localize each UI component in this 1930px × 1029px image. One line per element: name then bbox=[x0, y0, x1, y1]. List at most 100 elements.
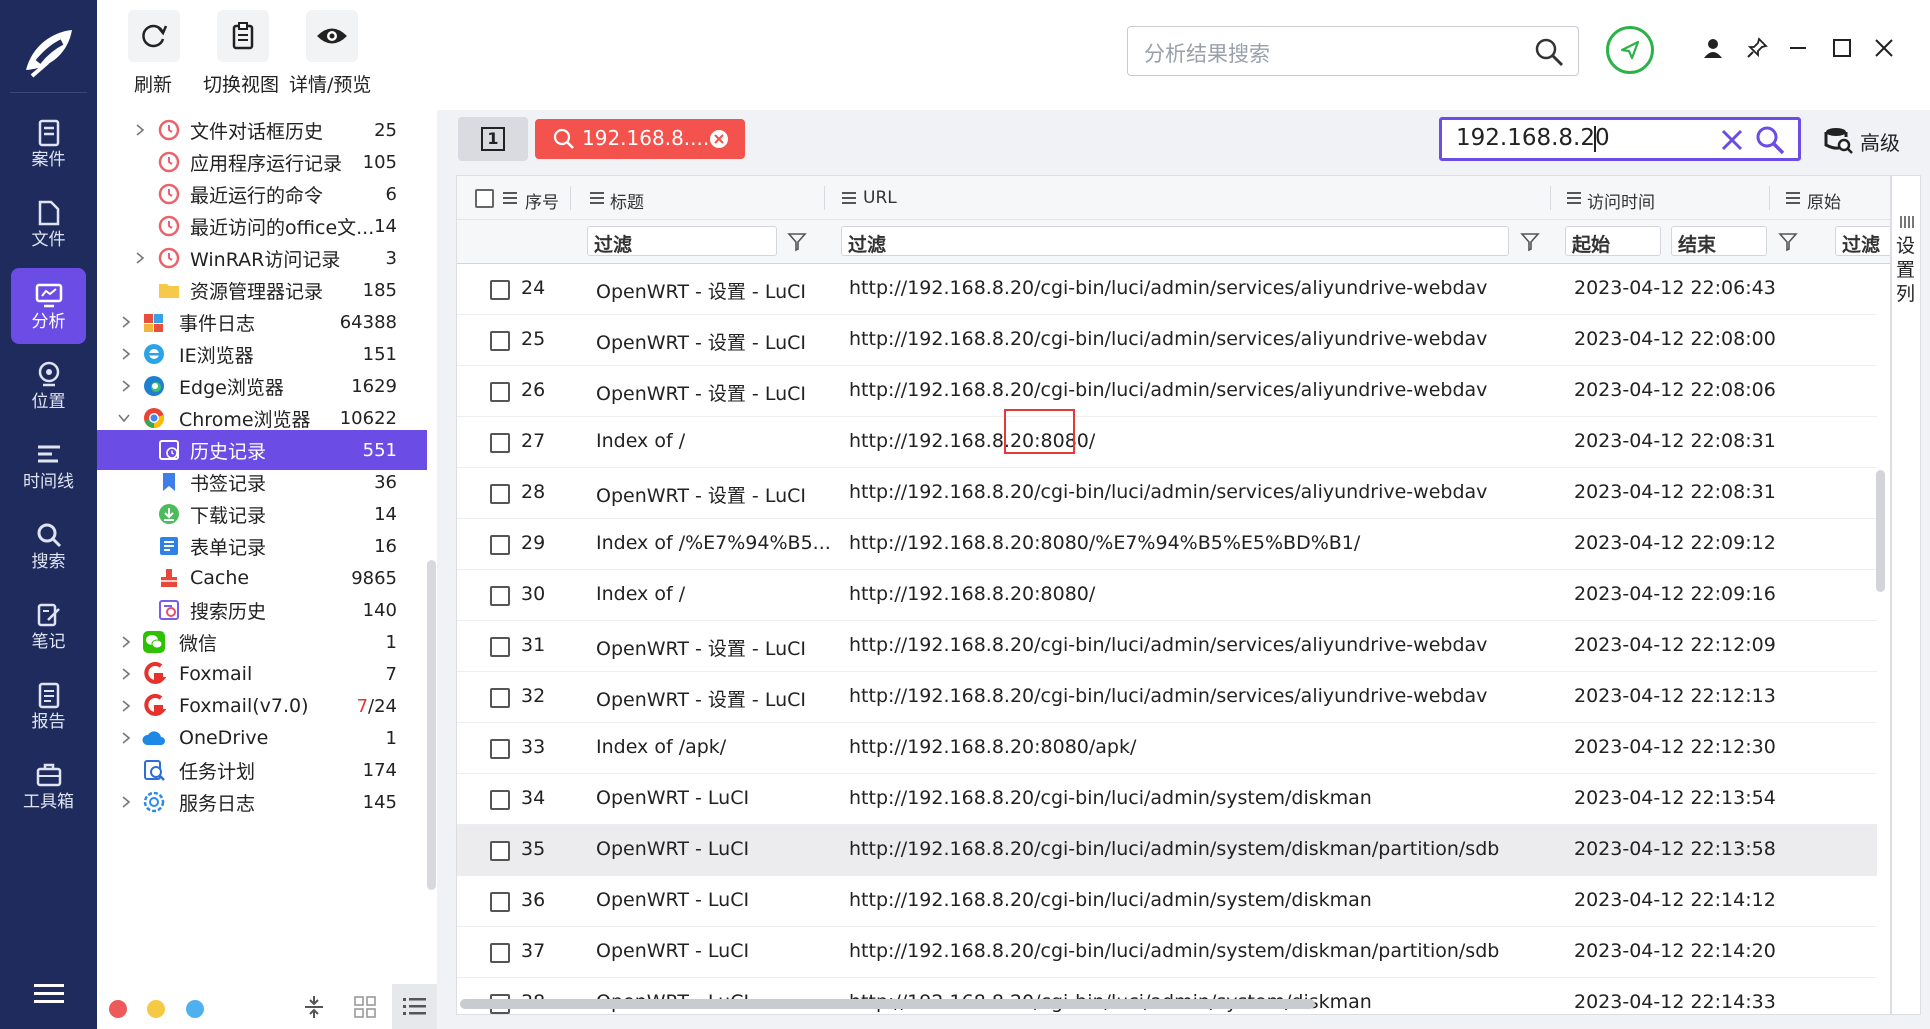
column-divider[interactable] bbox=[1769, 186, 1770, 210]
chevron-right-icon[interactable] bbox=[119, 379, 133, 393]
refresh-button[interactable] bbox=[128, 10, 180, 62]
column-seq[interactable]: 序号 bbox=[525, 188, 559, 213]
nav-item-analysis[interactable]: 分析 bbox=[11, 268, 86, 344]
table-row[interactable]: 31 OpenWRT - 设置 - LuCI http://192.168.8.20… bbox=[457, 621, 1877, 672]
column-menu-icon[interactable] bbox=[842, 192, 856, 204]
row-checkbox[interactable] bbox=[490, 790, 510, 810]
column-menu-icon[interactable] bbox=[1786, 192, 1800, 204]
yellow-dot[interactable] bbox=[147, 1000, 165, 1018]
row-checkbox[interactable] bbox=[490, 331, 510, 351]
chevron-right-icon[interactable] bbox=[133, 123, 147, 137]
chevron-right-icon[interactable] bbox=[119, 347, 133, 361]
red-dot[interactable] bbox=[109, 1000, 127, 1018]
tree-item-service-log[interactable]: 服务日志 145 bbox=[97, 782, 427, 822]
filter-tag[interactable]: 192.168.8.... bbox=[535, 119, 745, 159]
filter-funnel-icon[interactable] bbox=[1778, 232, 1798, 252]
table-row[interactable]: 37 OpenWRT - LuCI http://192.168.8.20/cgi-… bbox=[457, 927, 1877, 978]
row-checkbox[interactable] bbox=[490, 892, 510, 912]
table-row[interactable]: 28 OpenWRT - 设置 - LuCI http://192.168.8.20… bbox=[457, 468, 1877, 519]
table-row[interactable]: 35 OpenWRT - LuCI http://192.168.8.20/cgi-… bbox=[457, 825, 1877, 876]
close-circle-icon[interactable] bbox=[709, 129, 729, 149]
user-icon[interactable] bbox=[1701, 36, 1725, 60]
table-vertical-scrollbar[interactable] bbox=[1876, 470, 1885, 592]
table-row[interactable]: 38OpenWRT - LuCIhttp://192.168.8.20/cgi-… bbox=[457, 978, 1877, 1014]
column-divider[interactable] bbox=[1550, 186, 1551, 210]
maximize-icon[interactable] bbox=[1830, 36, 1854, 60]
table-row[interactable]: 36 OpenWRT - LuCI http://192.168.8.20/cgi-… bbox=[457, 876, 1877, 927]
row-checkbox[interactable] bbox=[490, 841, 510, 861]
row-checkbox[interactable] bbox=[490, 739, 510, 759]
nav-item-notes[interactable]: 笔记 bbox=[11, 588, 86, 664]
nav-item-search[interactable]: 搜索 bbox=[11, 508, 86, 584]
clear-icon[interactable] bbox=[1720, 128, 1744, 152]
table-row[interactable]: 24 OpenWRT - 设置 - LuCI http://192.168.8.20… bbox=[457, 264, 1877, 315]
table-row[interactable]: 26 OpenWRT - 设置 - LuCI http://192.168.8.20… bbox=[457, 366, 1877, 417]
table-row[interactable]: 33 Index of /apk/http://192.168.8.20:8080… bbox=[457, 723, 1877, 774]
row-checkbox[interactable] bbox=[490, 382, 510, 402]
switch-view-button[interactable] bbox=[217, 10, 269, 62]
chevron-right-icon[interactable] bbox=[119, 699, 133, 713]
select-all-checkbox[interactable] bbox=[475, 189, 494, 208]
close-icon[interactable] bbox=[1872, 36, 1896, 60]
time-start-input[interactable]: 起始 bbox=[1565, 226, 1661, 256]
filter-funnel-icon[interactable] bbox=[787, 232, 807, 252]
table-row[interactable]: 32 OpenWRT - 设置 - LuCI http://192.168.8.20… bbox=[457, 672, 1877, 723]
row-checkbox[interactable] bbox=[490, 586, 510, 606]
table-row[interactable]: 29 Index of /%E7%94%B5... http://192.168.8… bbox=[457, 519, 1877, 570]
row-checkbox[interactable] bbox=[490, 637, 510, 657]
menu-icon[interactable] bbox=[34, 983, 64, 1005]
column-orig[interactable]: 原始 bbox=[1807, 188, 1841, 213]
nav-item-case[interactable]: 案件 bbox=[11, 106, 86, 182]
list-view-button[interactable] bbox=[392, 984, 437, 1029]
result-search-input[interactable]: 192.168.8.20 bbox=[1439, 117, 1801, 161]
chevron-right-icon[interactable] bbox=[119, 635, 133, 649]
chevron-right-icon[interactable] bbox=[133, 251, 147, 265]
column-url[interactable]: URL bbox=[863, 188, 897, 208]
column-title[interactable]: 标题 bbox=[610, 188, 644, 213]
advanced-search-button[interactable]: 高级 bbox=[1823, 122, 1923, 158]
chevron-right-icon[interactable] bbox=[119, 731, 133, 745]
table-horizontal-scrollbar[interactable] bbox=[460, 999, 1315, 1009]
column-menu-icon[interactable] bbox=[503, 192, 517, 204]
details-preview-button[interactable] bbox=[306, 10, 358, 62]
tree-scrollbar[interactable] bbox=[427, 560, 436, 890]
global-search-input[interactable]: 分析结果搜索 bbox=[1127, 26, 1579, 76]
search-icon[interactable] bbox=[1534, 37, 1564, 67]
minimize-icon[interactable] bbox=[1786, 36, 1810, 60]
nav-item-file[interactable]: 文件 bbox=[11, 186, 86, 262]
filter-funnel-icon[interactable] bbox=[1520, 232, 1540, 252]
column-time[interactable]: 访问时间 bbox=[1587, 188, 1655, 213]
title-filter-input[interactable]: 过滤 bbox=[587, 226, 777, 256]
column-menu-icon[interactable] bbox=[590, 192, 604, 204]
nav-item-location[interactable]: 位置 bbox=[11, 348, 86, 424]
row-checkbox[interactable] bbox=[490, 943, 510, 963]
nav-item-report[interactable]: 报告 bbox=[11, 668, 86, 744]
collapse-icon[interactable] bbox=[303, 994, 325, 1020]
search-icon[interactable] bbox=[1755, 125, 1785, 155]
orig-filter-input[interactable]: 过滤 bbox=[1835, 226, 1890, 256]
pin-icon[interactable] bbox=[1745, 36, 1769, 60]
alert-button[interactable] bbox=[1606, 26, 1654, 74]
column-settings-panel[interactable]: 设置列 bbox=[1891, 175, 1921, 1015]
grid-view-icon[interactable] bbox=[354, 996, 376, 1018]
table-row[interactable]: 27 Index of / http://192.168.8.20:8080/202… bbox=[457, 417, 1877, 468]
column-divider[interactable] bbox=[824, 186, 825, 210]
time-end-input[interactable]: 结束 bbox=[1671, 226, 1767, 256]
row-checkbox[interactable] bbox=[490, 688, 510, 708]
row-checkbox[interactable] bbox=[490, 535, 510, 555]
chevron-right-icon[interactable] bbox=[119, 667, 133, 681]
tab-number-button[interactable]: 1 bbox=[458, 117, 528, 161]
nav-item-toolbox[interactable]: 工具箱 bbox=[11, 748, 86, 824]
nav-item-timeline[interactable]: 时间线 bbox=[11, 428, 86, 504]
row-checkbox[interactable] bbox=[490, 280, 510, 300]
column-divider[interactable] bbox=[570, 186, 571, 210]
chevron-down-icon[interactable] bbox=[117, 411, 131, 425]
url-filter-input[interactable]: 过滤 bbox=[841, 226, 1509, 256]
table-row[interactable]: 30 Index of / http://192.168.8.20:8080/202… bbox=[457, 570, 1877, 621]
table-row[interactable]: 25 OpenWRT - 设置 - LuCI http://192.168.8.20… bbox=[457, 315, 1877, 366]
row-checkbox[interactable] bbox=[490, 433, 510, 453]
chevron-right-icon[interactable] bbox=[119, 795, 133, 809]
row-checkbox[interactable] bbox=[490, 484, 510, 504]
column-menu-icon[interactable] bbox=[1567, 192, 1581, 204]
blue-dot[interactable] bbox=[186, 1000, 204, 1018]
